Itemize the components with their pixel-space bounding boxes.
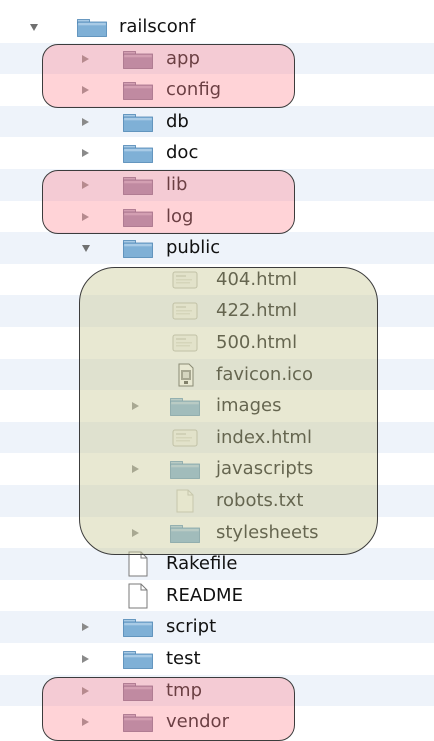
- disclosure-open-icon[interactable]: [30, 24, 38, 31]
- highlight-public-files: [79, 267, 378, 555]
- disclosure-closed-icon[interactable]: [82, 117, 89, 126]
- disclosure-open-icon[interactable]: [82, 245, 90, 253]
- folder-icon: [123, 619, 153, 638]
- file-tree: railsconf app config db doc lib log publ…: [0, 0, 434, 741]
- disclosure-closed-icon[interactable]: [82, 655, 89, 663]
- highlight-tmp-vendor: [42, 677, 295, 741]
- tree-item-label: railsconf: [119, 16, 196, 37]
- folder-icon: [123, 145, 153, 164]
- tree-item-label: script: [166, 616, 217, 638]
- tree-row-railsconf[interactable]: railsconf: [0, 11, 434, 44]
- tree-item-label: public: [166, 237, 221, 259]
- tree-row-public[interactable]: public: [0, 232, 434, 265]
- highlight-app-config: [42, 44, 295, 108]
- highlight-lib-log: [42, 170, 295, 234]
- tree-item-label: test: [166, 648, 201, 669]
- tree-row-script[interactable]: script: [0, 611, 434, 644]
- tree-item-label: Rakefile: [166, 553, 238, 575]
- disclosure-closed-icon[interactable]: [82, 149, 89, 158]
- tree-row-readme[interactable]: README: [0, 579, 434, 612]
- folder-icon: [123, 240, 153, 259]
- folder-icon: [123, 113, 153, 132]
- folder-icon: [123, 651, 153, 669]
- folder-icon: [77, 19, 107, 37]
- disclosure-closed-icon[interactable]: [82, 623, 89, 632]
- tree-item-label: doc: [166, 142, 199, 164]
- document-icon: [127, 583, 148, 609]
- tree-row-db[interactable]: db: [0, 105, 434, 138]
- tree-row-doc[interactable]: doc: [0, 137, 434, 170]
- tree-row-test[interactable]: test: [0, 643, 434, 676]
- tree-item-label: db: [166, 110, 189, 132]
- tree-item-label: README: [166, 584, 243, 606]
